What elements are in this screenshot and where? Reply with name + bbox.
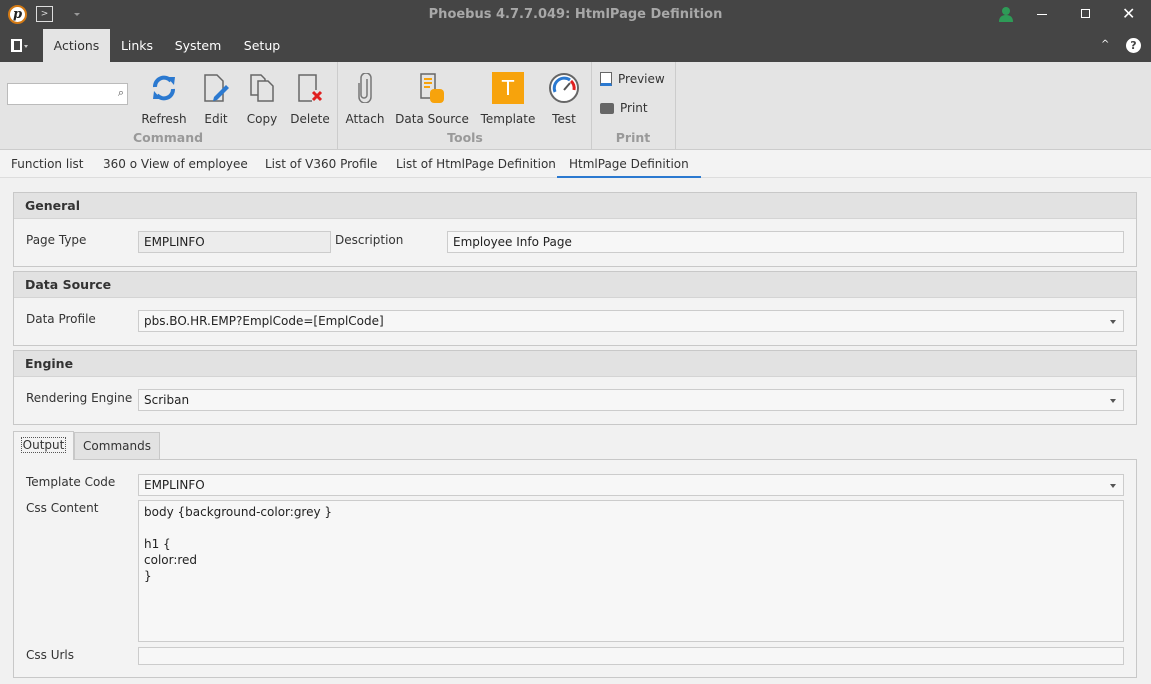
engine-header: Engine <box>14 351 1136 377</box>
template-button[interactable]: T Template <box>478 70 538 126</box>
description-label: Description <box>335 233 404 247</box>
css-content-textarea[interactable]: body {background-color:grey } h1 { color… <box>138 500 1124 642</box>
test-label: Test <box>552 112 576 126</box>
group-label-print: Print <box>615 130 651 145</box>
printer-icon <box>600 102 614 114</box>
template-label: Template <box>480 112 536 126</box>
data-source-group: Data Source Data Profile pbs.BO.HR.EMP?E… <box>13 271 1137 346</box>
group-label-command: Command <box>132 130 204 145</box>
css-content-label: Css Content <box>26 501 99 515</box>
menu-bar: Actions Links System Setup ^ ? <box>0 29 1151 62</box>
print-label: Print <box>620 101 648 115</box>
tab-actions[interactable]: Actions <box>43 29 110 62</box>
collapse-ribbon-icon[interactable]: ^ <box>1101 39 1109 50</box>
preview-label: Preview <box>618 72 665 86</box>
help-icon[interactable]: ? <box>1126 38 1141 53</box>
ribbon: ⌕ Refresh Edit Copy Delete Command Attac… <box>0 62 1151 150</box>
delete-button[interactable]: Delete <box>288 70 332 126</box>
data-source-button[interactable]: Data Source <box>394 70 470 126</box>
data-profile-label: Data Profile <box>26 312 96 326</box>
group-divider <box>675 62 676 150</box>
data-source-icon <box>420 73 444 103</box>
window-title: Phoebus 4.7.7.049: HtmlPage Definition <box>428 7 723 22</box>
title-bar: p > Phoebus 4.7.7.049: HtmlPage Definiti… <box>0 0 1151 29</box>
tab-commands[interactable]: Commands <box>74 432 160 460</box>
doc-tab-360-view[interactable]: 360 o View of employee <box>103 150 248 178</box>
data-source-label: Data Source <box>395 112 469 126</box>
group-divider <box>337 62 338 150</box>
attach-label: Attach <box>345 112 385 126</box>
page-type-field[interactable]: EMPLINFO <box>138 231 331 253</box>
refresh-label: Refresh <box>141 112 187 126</box>
gauge-icon <box>549 73 579 103</box>
doc-tab-htmlpage-definition[interactable]: HtmlPage Definition <box>557 150 701 178</box>
general-group: General Page Type EMPLINFO Description E… <box>13 192 1137 267</box>
delete-icon <box>298 74 323 102</box>
css-urls-label: Css Urls <box>26 648 74 662</box>
rendering-engine-select[interactable]: Scriban <box>138 389 1124 411</box>
page-type-label: Page Type <box>26 233 87 247</box>
maximize-button[interactable] <box>1081 9 1090 18</box>
output-panel: Template Code EMPLINFO Css Content body … <box>13 459 1137 678</box>
search-input[interactable]: ⌕ <box>7 83 128 105</box>
template-icon: T <box>492 72 524 104</box>
user-icon[interactable] <box>998 6 1014 22</box>
copy-icon <box>250 74 274 102</box>
rendering-engine-label: Rendering Engine <box>26 391 133 405</box>
data-profile-select[interactable]: pbs.BO.HR.EMP?EmplCode=[EmplCode] <box>138 310 1124 332</box>
attach-button[interactable]: Attach <box>344 70 386 126</box>
template-code-select[interactable]: EMPLINFO <box>138 474 1124 496</box>
app-menu-dropdown-icon[interactable] <box>24 45 28 50</box>
document-tabs: Function list 360 o View of employee Lis… <box>0 150 1151 178</box>
group-label-tools: Tools <box>447 130 483 145</box>
doc-tab-v360-profile[interactable]: List of V360 Profile <box>265 150 377 178</box>
tab-system[interactable]: System <box>166 29 230 62</box>
edit-button[interactable]: Edit <box>196 70 236 126</box>
search-field[interactable] <box>10 84 110 102</box>
print-button[interactable]: Print <box>600 101 648 115</box>
close-button[interactable]: ✕ <box>1122 4 1135 23</box>
copy-button[interactable]: Copy <box>242 70 282 126</box>
test-button[interactable]: Test <box>545 70 583 126</box>
app-menu-icon[interactable] <box>11 39 22 52</box>
description-field[interactable]: Employee Info Page <box>447 231 1124 253</box>
tab-links[interactable]: Links <box>113 29 161 62</box>
edit-icon <box>204 74 229 102</box>
delete-label: Delete <box>290 112 330 126</box>
tab-output[interactable]: Output <box>13 431 74 460</box>
paperclip-icon <box>358 73 372 103</box>
template-code-label: Template Code <box>26 475 116 489</box>
preview-button[interactable]: Preview <box>600 72 665 86</box>
tab-output-label: Output <box>20 437 67 453</box>
doc-tab-list-htmlpage[interactable]: List of HtmlPage Definition <box>396 150 556 178</box>
preview-icon <box>600 72 612 86</box>
css-urls-field[interactable] <box>138 647 1124 665</box>
copy-label: Copy <box>246 112 278 126</box>
refresh-icon <box>153 75 175 101</box>
refresh-button[interactable]: Refresh <box>140 70 188 126</box>
tab-setup[interactable]: Setup <box>236 29 288 62</box>
data-source-header: Data Source <box>14 272 1136 298</box>
engine-group: Engine Rendering Engine Scriban <box>13 350 1137 425</box>
general-header: General <box>14 193 1136 219</box>
group-divider <box>591 62 592 150</box>
doc-tab-function-list[interactable]: Function list <box>11 150 83 178</box>
edit-label: Edit <box>204 112 228 126</box>
minimize-button[interactable] <box>1037 14 1047 15</box>
search-icon[interactable]: ⌕ <box>118 86 124 100</box>
